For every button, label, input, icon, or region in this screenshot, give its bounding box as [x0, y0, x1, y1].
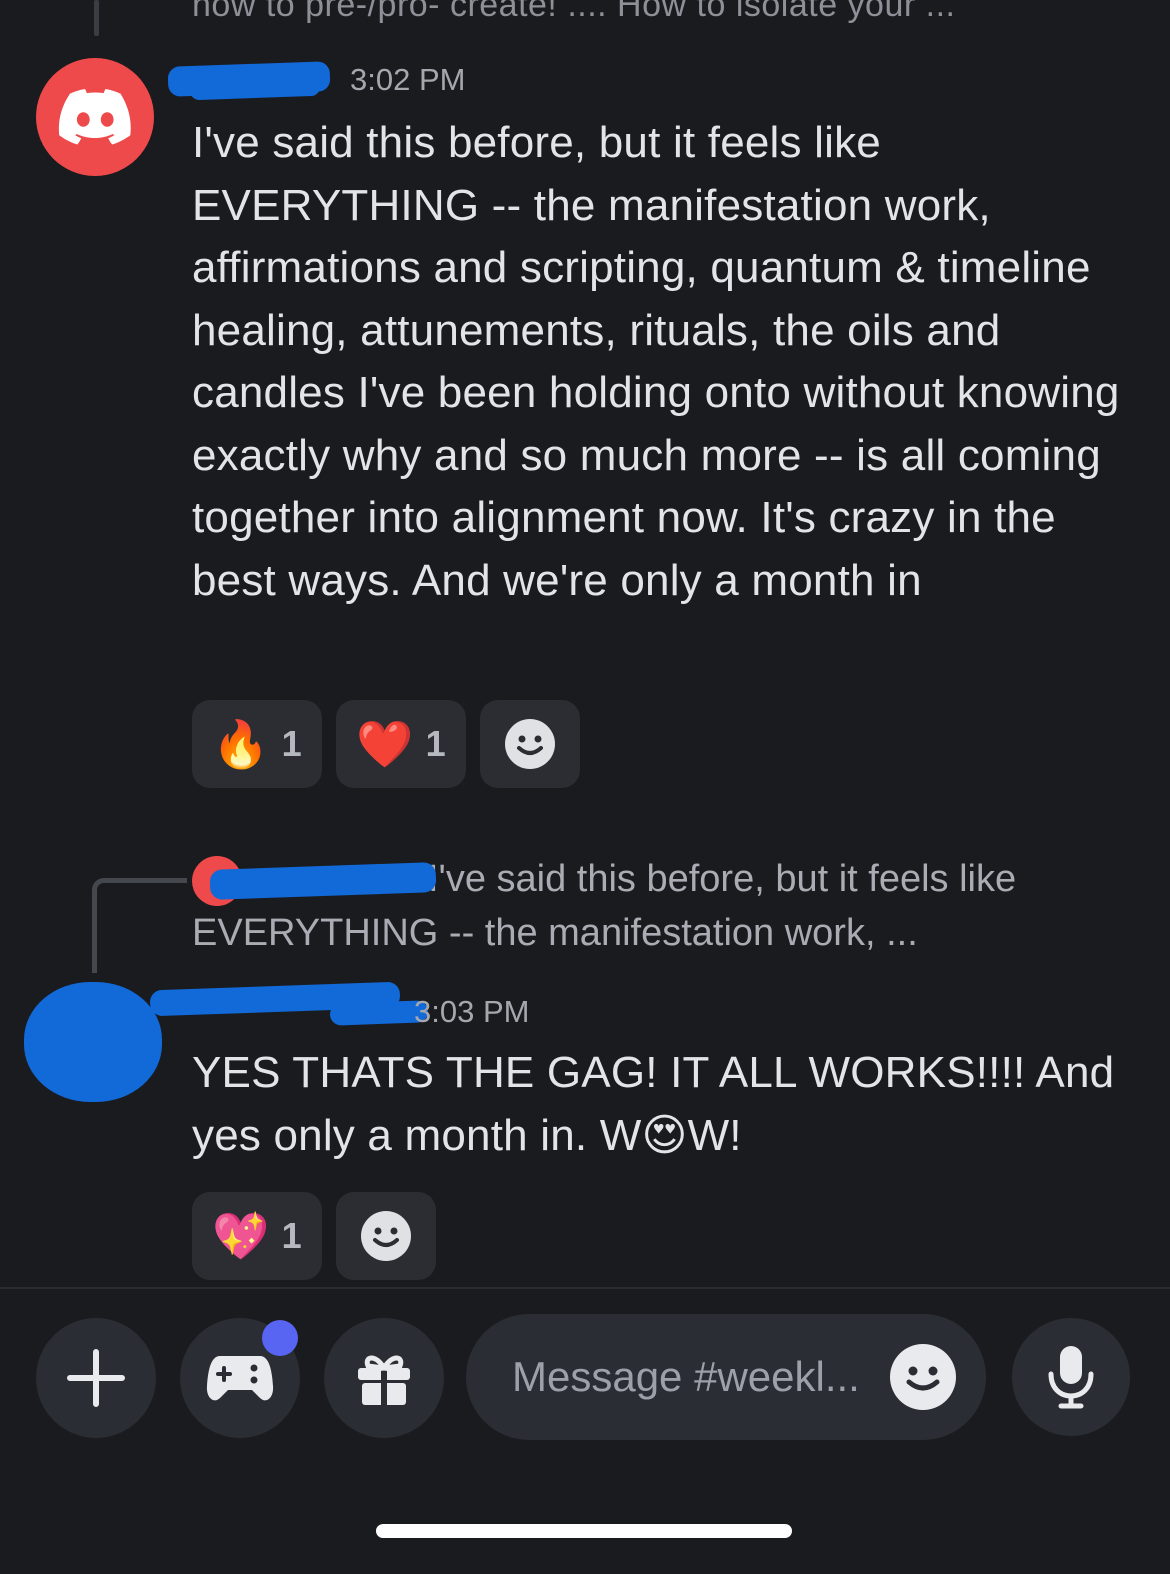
add-reaction-button[interactable] — [336, 1192, 436, 1280]
fire-emoji-icon: 🔥 — [212, 718, 270, 770]
smiley-icon — [505, 719, 555, 769]
gift-button[interactable] — [324, 1318, 444, 1438]
reply-connector — [92, 878, 187, 973]
reaction-bar: 💖 1 — [192, 1192, 436, 1280]
avatar[interactable] — [36, 58, 154, 176]
attach-button[interactable] — [36, 1318, 156, 1438]
gift-icon — [358, 1355, 410, 1405]
microphone-icon — [1048, 1346, 1094, 1409]
reaction-bar: 🔥 1 ❤️ 1 — [192, 700, 580, 788]
emoji-picker-button[interactable] — [890, 1344, 956, 1410]
message-text: YES THATS THE GAG! IT ALL WORKS!!!! And … — [192, 1042, 1142, 1167]
reaction-count: 1 — [425, 723, 446, 764]
home-indicator[interactable] — [376, 1524, 792, 1538]
reaction-sparkling-heart[interactable]: 💖 1 — [192, 1192, 322, 1280]
reaction-fire[interactable]: 🔥 1 — [192, 700, 322, 788]
add-reaction-button[interactable] — [480, 700, 580, 788]
message-text-line1: YES THATS THE GAG! IT ALL WORKS!!!! And — [192, 1048, 1115, 1097]
gamepad-icon — [206, 1356, 274, 1401]
composer-divider — [0, 1287, 1170, 1289]
heart-eyes-emoji-icon: 😍 — [641, 1110, 688, 1160]
message-input[interactable] — [510, 1352, 874, 1402]
plus-icon — [67, 1349, 125, 1407]
thread-line — [94, 0, 99, 36]
message-text: I've said this before, but it feels like… — [192, 118, 1120, 605]
reply-preview-line2: EVERYTHING -- the manifestation work, ..… — [192, 912, 918, 954]
sparkling-heart-emoji-icon: 💖 — [212, 1210, 270, 1262]
message-text-line2a: yes only a month in. W — [192, 1110, 642, 1160]
avatar-redacted[interactable] — [24, 982, 162, 1102]
reply-preview-top[interactable]: how to pre-/pro- create! .... How to iso… — [192, 0, 955, 25]
message-timestamp: 3:02 PM — [350, 62, 466, 97]
message-text-line2b: W! — [687, 1110, 742, 1160]
voice-message-button[interactable] — [1012, 1318, 1130, 1436]
reaction-count: 1 — [281, 1215, 302, 1256]
reaction-heart[interactable]: ❤️ 1 — [336, 700, 466, 788]
message-timestamp: 3:03 PM — [414, 994, 530, 1029]
smiley-icon — [361, 1211, 411, 1261]
notification-dot — [262, 1320, 298, 1356]
username-redaction-scribble — [189, 77, 321, 101]
message-input-container[interactable] — [466, 1314, 986, 1440]
reaction-count: 1 — [281, 723, 302, 764]
emoji-icon — [906, 1366, 940, 1391]
discord-logo-icon — [58, 89, 131, 145]
heart-emoji-icon: ❤️ — [356, 718, 414, 770]
